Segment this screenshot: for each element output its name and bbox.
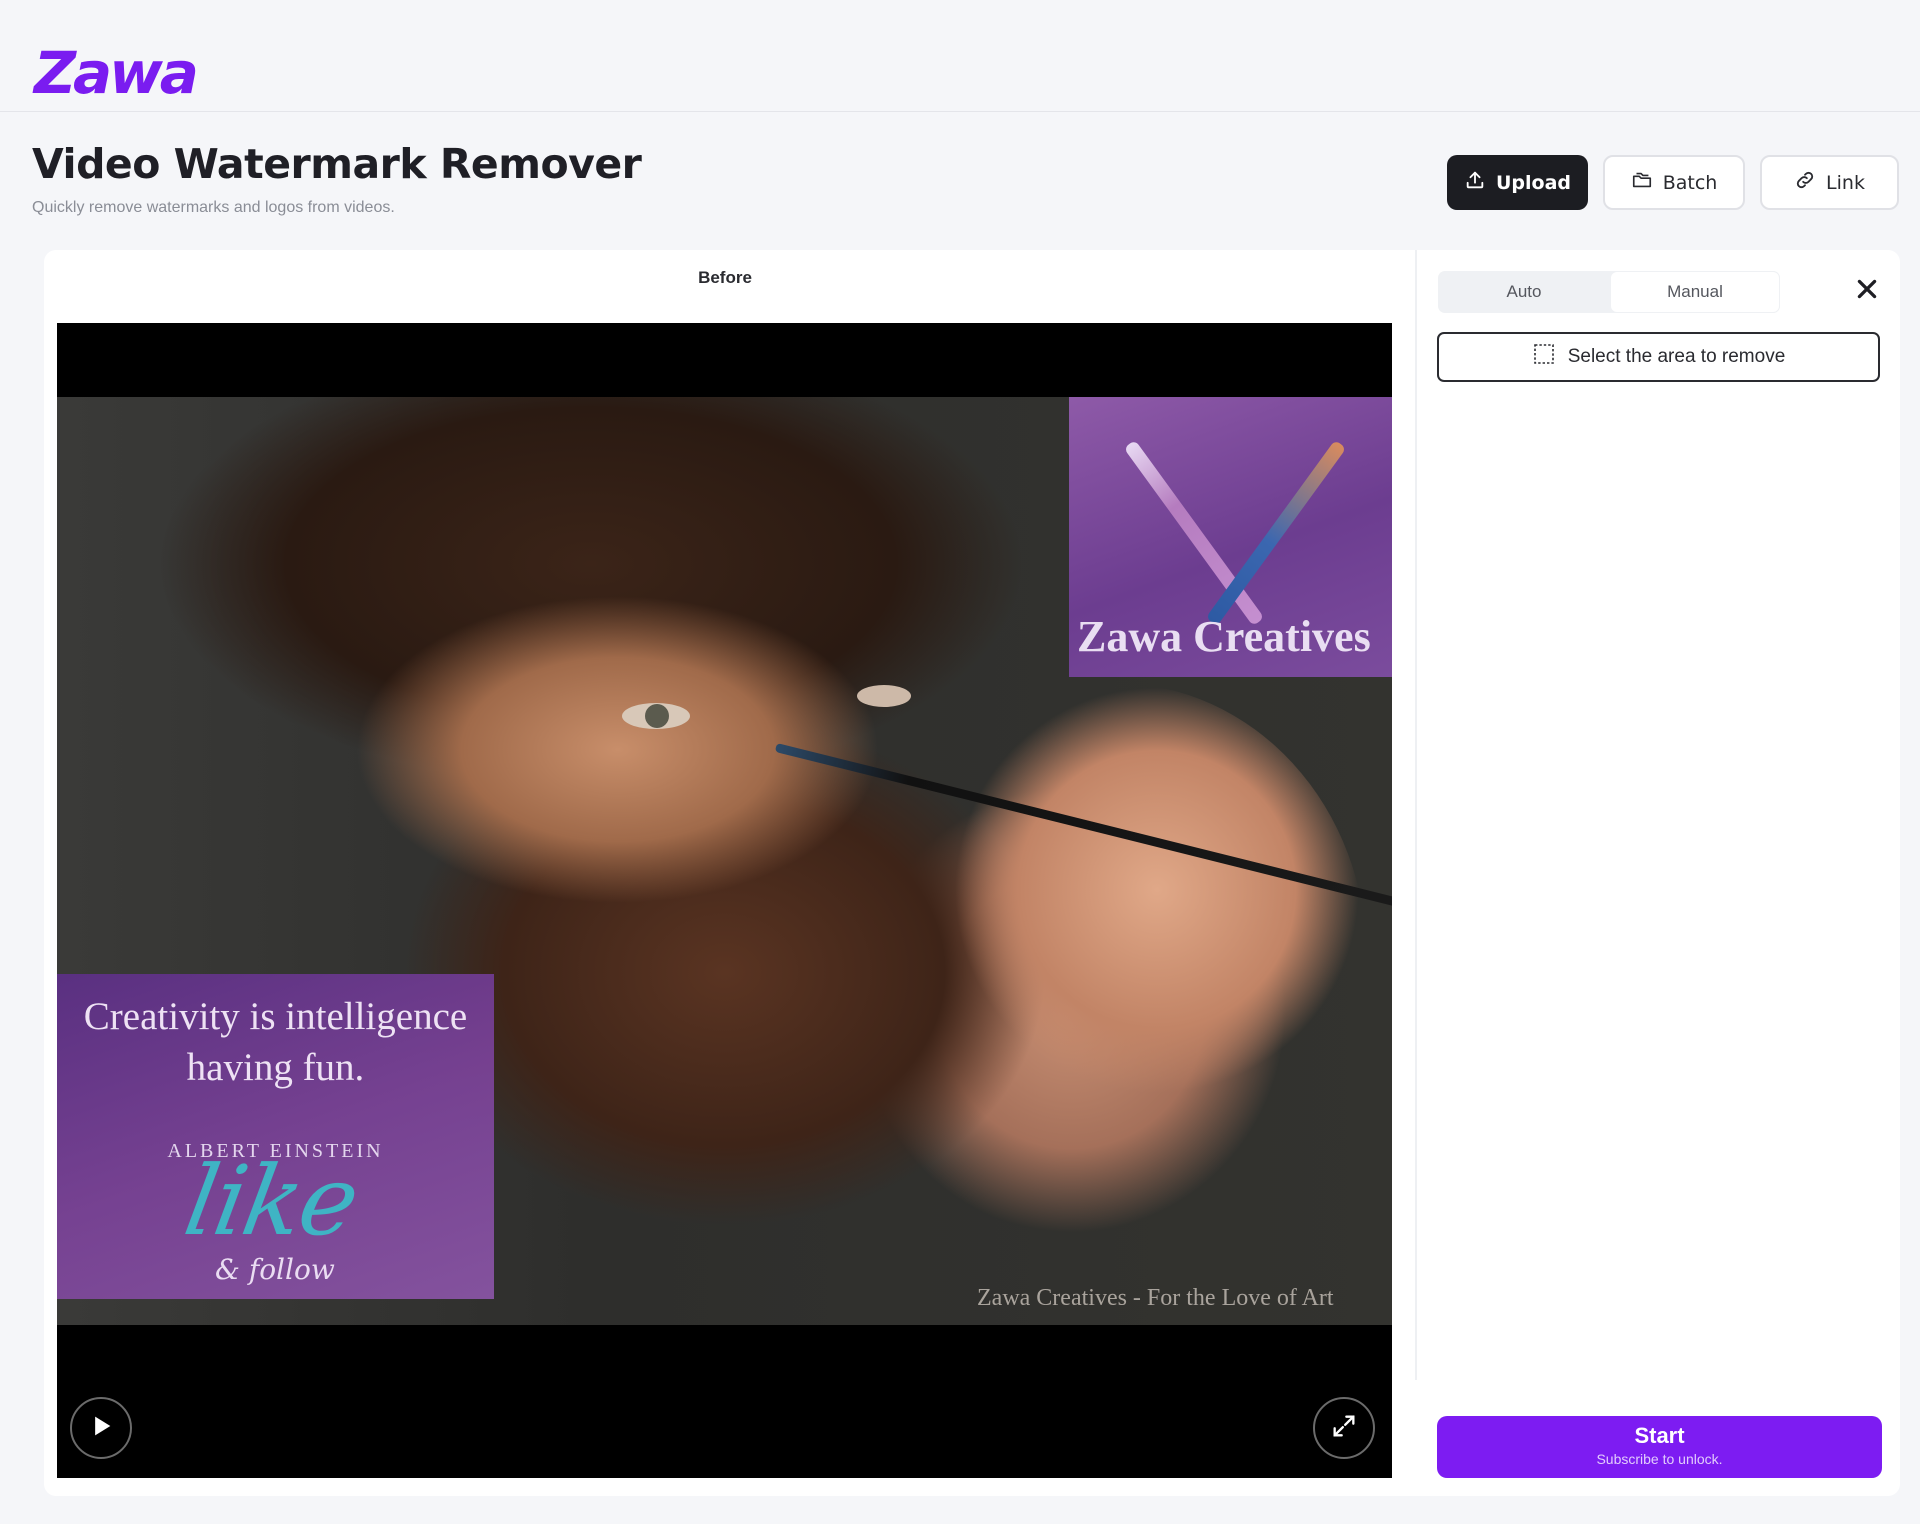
like-watermark-text: like [177, 1145, 366, 1257]
folder-stack-icon [1631, 169, 1653, 196]
batch-button[interactable]: Batch [1603, 155, 1745, 210]
page-subtitle: Quickly remove watermarks and logos from… [32, 199, 395, 216]
start-sublabel: Subscribe to unlock. [1596, 1451, 1723, 1467]
page-title: Video Watermark Remover [32, 140, 642, 188]
start-button[interactable]: Start Subscribe to unlock. [1437, 1416, 1882, 1478]
select-area-label: Select the area to remove [1567, 346, 1786, 367]
painting-eye [857, 685, 911, 707]
close-icon [1854, 276, 1880, 307]
quote-line: having fun. [186, 1046, 365, 1089]
caption-watermark: Zawa Creatives - For the Love of Art [977, 1285, 1334, 1311]
tab-manual[interactable]: Manual [1610, 271, 1780, 313]
app-logo[interactable]: Zawa [34, 44, 199, 102]
follow-watermark-text: & follow [215, 1253, 335, 1286]
video-preview[interactable]: Zawa Creatives Creativity is intelligenc… [57, 323, 1392, 1478]
fullscreen-button[interactable] [1313, 1397, 1375, 1459]
before-label: Before [698, 268, 752, 287]
painting-iris [645, 704, 669, 728]
upload-icon [1464, 169, 1486, 196]
play-icon [87, 1412, 115, 1445]
upload-button[interactable]: Upload [1447, 155, 1588, 210]
panel-divider [1415, 250, 1417, 1380]
select-area-button[interactable]: Select the area to remove [1437, 332, 1880, 382]
close-button[interactable] [1850, 274, 1884, 308]
link-icon [1794, 169, 1816, 196]
link-button[interactable]: Link [1760, 155, 1899, 210]
fullscreen-icon [1330, 1412, 1358, 1445]
link-label: Link [1826, 171, 1865, 194]
brand-watermark-text: Zawa Creatives [1077, 612, 1371, 661]
quote-line: Creativity is intelligence [83, 995, 468, 1038]
quote-text: Creativity is intelligence having fun. [57, 991, 494, 1093]
top-bar: Zawa [0, 0, 1920, 112]
mode-tabs: Auto Manual [1438, 271, 1780, 313]
dashed-selection-icon [1532, 342, 1556, 372]
play-button[interactable] [70, 1397, 132, 1459]
start-label: Start [1634, 1423, 1685, 1448]
upload-label: Upload [1495, 171, 1572, 194]
tab-auto[interactable]: Auto [1438, 271, 1610, 313]
batch-label: Batch [1662, 171, 1718, 194]
